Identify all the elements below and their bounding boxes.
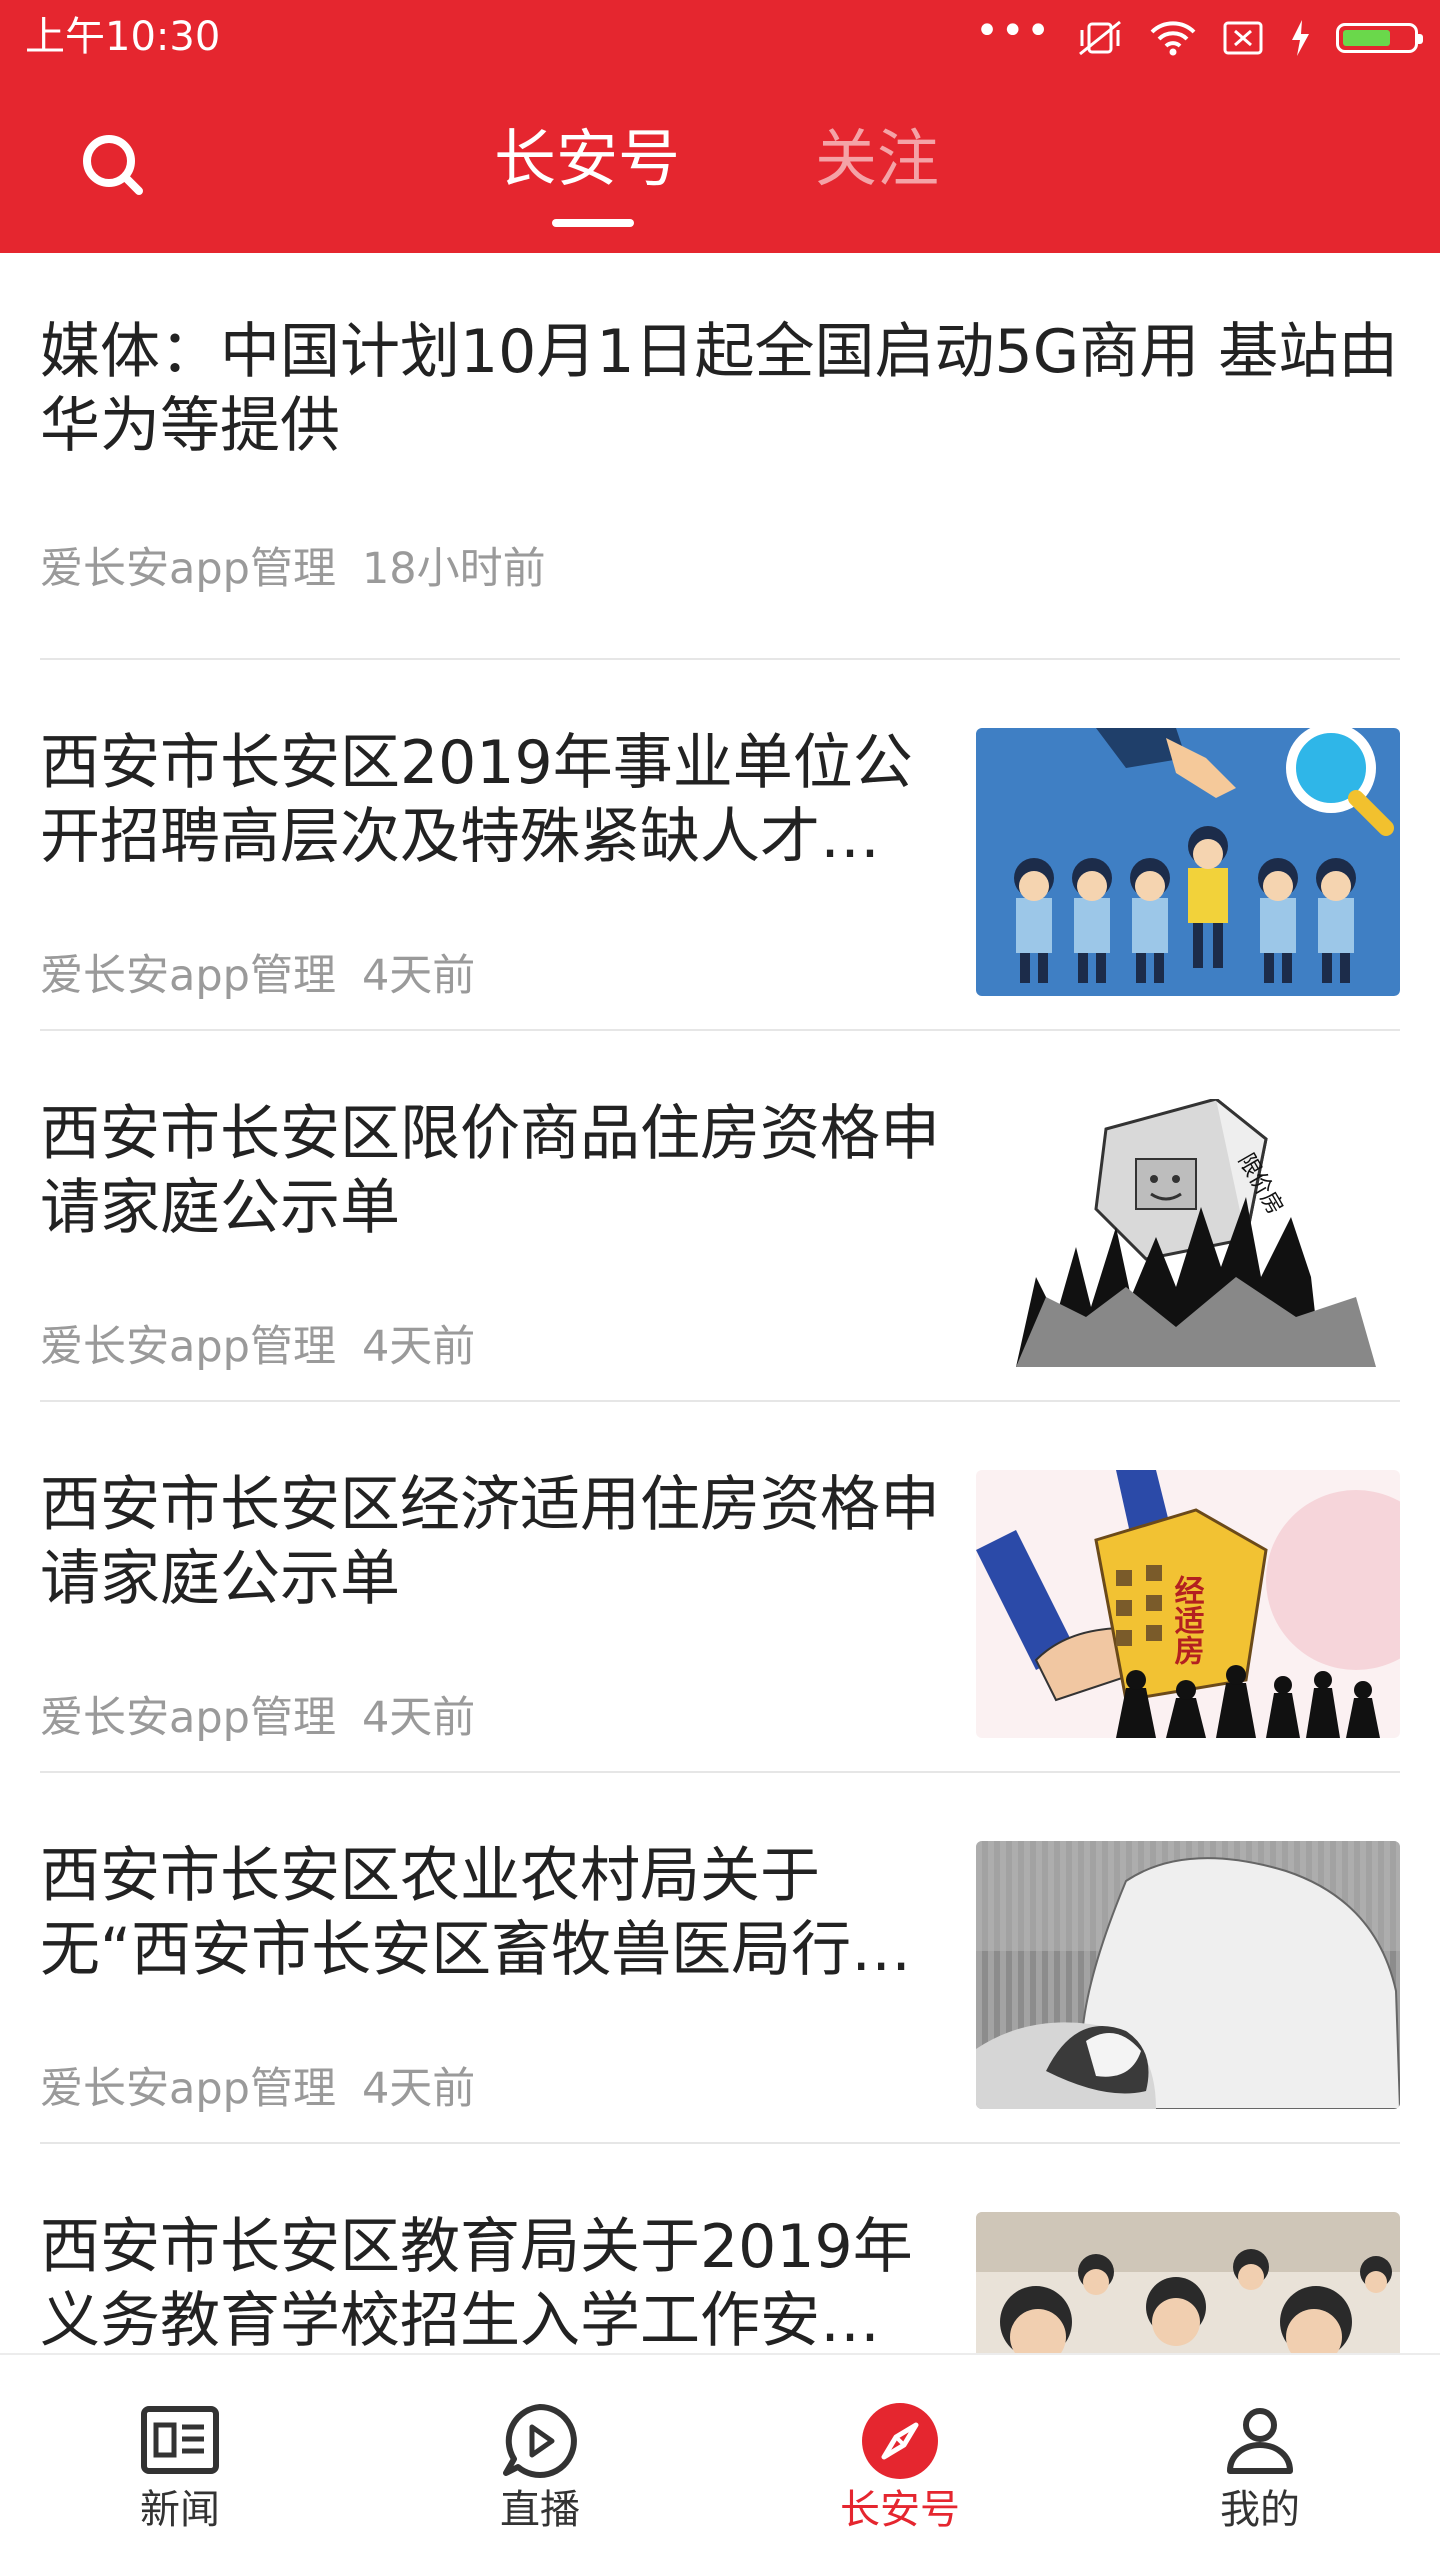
tab-changanhao[interactable]: 长安号 (494, 119, 680, 199)
nav-item-news[interactable]: 新闻 (0, 2355, 360, 2562)
article-time: 4天前 (361, 1322, 476, 1372)
more-dots-icon: ••• (975, 7, 1052, 54)
article-time: 4天前 (361, 2064, 476, 2114)
list-item[interactable]: 媒体：中国计划10月1日起全国启动5G商用 基站由华为等提供 爱长安app管理 1… (40, 253, 1400, 660)
list-item[interactable]: 西安市长安区农业农村局关于无“西安市长安区畜牧兽医局行… 爱长安app管理 4天前 (40, 1773, 1400, 2144)
article-thumbnail (976, 2212, 1400, 2353)
news-feed[interactable]: 媒体：中国计划10月1日起全国启动5G商用 基站由华为等提供 爱长安app管理 1… (0, 253, 1440, 2353)
status-bar: 上午10:30 ••• (0, 0, 1440, 75)
article-time: 4天前 (361, 951, 476, 1001)
article-title: 西安市长安区教育局关于2019年义务教育学校招生入学工作安… (40, 2212, 913, 2353)
nav-label: 我的 (1220, 2487, 1300, 2533)
tab-follow[interactable]: 关注 (815, 119, 939, 199)
article-thumbnail: 限价房 (976, 1099, 1400, 1367)
nav-label: 长安号 (840, 2487, 960, 2533)
article-meta: 爱长安app管理 18小时前 (40, 543, 546, 595)
bottom-nav: 新闻 直播 长安号 我的 (0, 2353, 1440, 2560)
header: 长安号 关注 (0, 75, 1440, 253)
wifi-icon (1150, 20, 1196, 55)
active-tab-indicator (552, 219, 634, 227)
article-author: 爱长安app管理 (40, 544, 336, 594)
search-icon[interactable] (75, 127, 155, 207)
mute-vibrate-icon (1079, 20, 1121, 55)
article-meta: 爱长安app管理 4天前 (40, 1321, 475, 1373)
article-meta: 爱长安app管理 4天前 (40, 2063, 475, 2115)
article-meta: 爱长安app管理 4天前 (40, 1692, 475, 1744)
nav-item-mine[interactable]: 我的 (1080, 2355, 1440, 2562)
play-icon (503, 2404, 577, 2478)
no-sim-icon (1223, 21, 1263, 54)
article-author: 爱长安app管理 (40, 1693, 336, 1743)
list-item[interactable]: 西安市长安区教育局关于2019年义务教育学校招生入学工作安… (40, 2144, 1400, 2353)
article-title: 西安市长安区经济适用住房资格申请家庭公示单 (40, 1470, 940, 1614)
status-icons: ••• (975, 7, 1423, 65)
article-meta: 爱长安app管理 4天前 (40, 950, 475, 1002)
list-item[interactable]: 西安市长安区经济适用住房资格申请家庭公示单 爱长安app管理 4天前 经适房 (40, 1402, 1400, 1773)
article-title: 西安市长安区2019年事业单位公开招聘高层次及特殊紧缺人才… (40, 728, 913, 872)
list-item[interactable]: 西安市长安区2019年事业单位公开招聘高层次及特殊紧缺人才… 爱长安app管理 4… (40, 660, 1400, 1031)
article-time: 4天前 (361, 1693, 476, 1743)
list-item[interactable]: 西安市长安区限价商品住房资格申请家庭公示单 爱长安app管理 4天前 限价房 (40, 1031, 1400, 1402)
article-title: 媒体：中国计划10月1日起全国启动5G商用 基站由华为等提供 (40, 317, 1399, 461)
article-time: 18小时前 (361, 544, 546, 594)
nav-label: 直播 (500, 2487, 580, 2533)
compass-icon (862, 2403, 938, 2479)
article-author: 爱长安app管理 (40, 951, 336, 1001)
status-time: 上午10:30 (25, 14, 221, 60)
nav-item-changanhao[interactable]: 长安号 (720, 2355, 1080, 2562)
article-thumbnail (976, 1841, 1400, 2109)
article-thumbnail (976, 728, 1400, 996)
nav-label: 新闻 (140, 2487, 220, 2533)
article-author: 爱长安app管理 (40, 1322, 336, 1372)
nav-item-live[interactable]: 直播 (360, 2355, 720, 2562)
article-author: 爱长安app管理 (40, 2064, 336, 2114)
battery-icon (1336, 22, 1423, 53)
article-title: 西安市长安区农业农村局关于无“西安市长安区畜牧兽医局行… (40, 1841, 912, 1985)
article-thumbnail: 经适房 (976, 1470, 1400, 1738)
thumbnail-label: 经适房 (1169, 1574, 1205, 1665)
newspaper-icon (141, 2406, 219, 2474)
user-icon (1227, 2408, 1293, 2474)
article-title: 西安市长安区限价商品住房资格申请家庭公示单 (40, 1099, 940, 1243)
charging-icon (1292, 19, 1309, 56)
